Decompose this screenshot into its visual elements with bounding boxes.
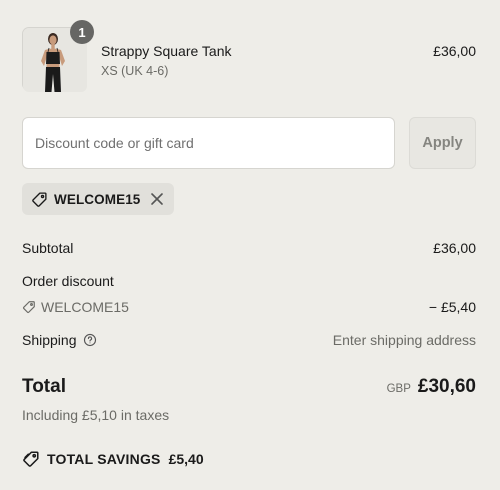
savings-amount: £5,40 [168, 451, 204, 467]
order-discount-label: Order discount [22, 273, 114, 289]
product-variant: XS (UK 4-6) [101, 64, 169, 78]
subtotal-label: Subtotal [22, 240, 74, 256]
apply-button[interactable]: Apply [409, 117, 476, 169]
discount-code-line: WELCOME15 [22, 299, 129, 315]
product-price: £36,00 [433, 43, 476, 59]
subtotal-value: £36,00 [433, 240, 476, 256]
total-label: Total [22, 376, 66, 397]
shipping-label-group: Shipping [22, 332, 97, 348]
taxes-note: Including £5,10 in taxes [22, 407, 170, 423]
discount-code-text: WELCOME15 [41, 299, 129, 315]
applied-code-label: WELCOME15 [54, 191, 141, 207]
product-name: Strappy Square Tank [101, 43, 232, 59]
quantity-badge: 1 [70, 20, 94, 44]
currency-code: GBP [386, 383, 411, 395]
applied-discount-chip: WELCOME15 [22, 183, 175, 215]
tag-icon [22, 300, 36, 314]
savings-tag-icon [22, 450, 40, 468]
total-amount-group: GBP £30,60 [387, 376, 476, 398]
remove-discount-icon[interactable] [150, 192, 164, 206]
total-value: £30,60 [417, 376, 476, 397]
shipping-value: Enter shipping address [332, 332, 476, 348]
shipping-label: Shipping [22, 332, 77, 348]
discount-code-input[interactable] [22, 117, 395, 169]
savings-label: TOTAL SAVINGS [47, 451, 161, 467]
discount-amount: − £5,40 [428, 299, 476, 315]
total-savings: TOTAL SAVINGS £5,40 [22, 450, 204, 468]
tag-icon [31, 191, 48, 208]
help-circle-icon[interactable] [83, 333, 97, 347]
